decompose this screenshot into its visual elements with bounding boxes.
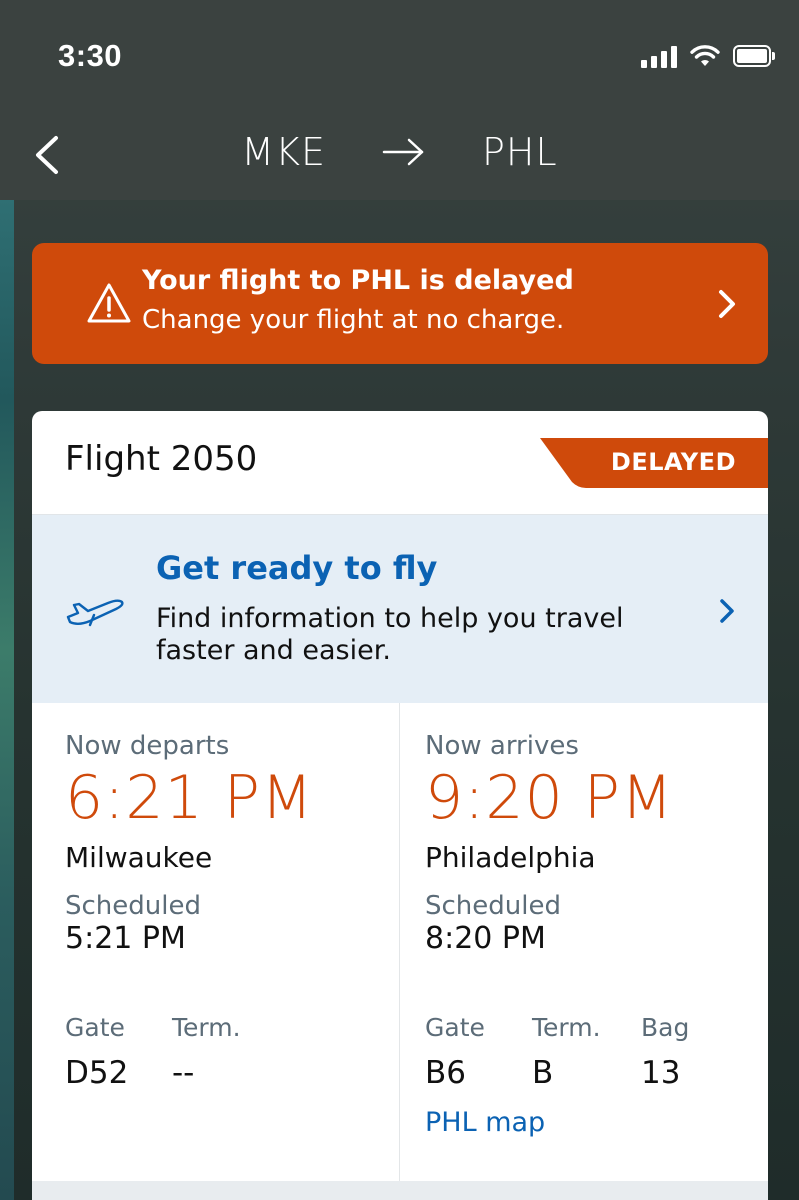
background-image xyxy=(0,200,14,1200)
airport-map-link[interactable]: PHL map xyxy=(425,1107,545,1138)
departure-term-label: Term. xyxy=(172,1013,241,1042)
arrival-scheduled-time: 8:20 PM xyxy=(425,921,546,956)
arrival-label: Now arrives xyxy=(425,731,579,761)
arrival-column: Now arrives 9:20 PM Philadelphia Schedul… xyxy=(425,703,768,1181)
ready-description: Find information to help you travel fast… xyxy=(156,603,624,666)
warning-icon xyxy=(87,283,131,323)
route-title: MKE PHL xyxy=(0,130,799,174)
flight-header: Flight 2050 DELAYED xyxy=(32,411,768,515)
status-time: 3:30 xyxy=(58,38,123,73)
delay-alert-banner[interactable]: Your flight to PHL is delayed Change you… xyxy=(32,243,768,364)
alert-title: Your flight to PHL is delayed xyxy=(142,265,574,296)
departure-scheduled-time: 5:21 PM xyxy=(65,921,186,956)
arrival-time: 9:20 PM xyxy=(425,763,674,833)
departure-city: Milwaukee xyxy=(65,841,213,874)
arrival-scheduled-label: Scheduled xyxy=(425,891,561,921)
flight-times: Now departs 6:21 PM Milwaukee Scheduled … xyxy=(32,703,768,1181)
status-icons xyxy=(641,44,775,68)
departure-time: 6:21 PM xyxy=(65,763,314,833)
cellular-signal-icon xyxy=(641,44,677,68)
arrival-bag: 13 xyxy=(641,1055,681,1091)
destination-code: PHL xyxy=(482,130,558,174)
status-bar: 3:30 xyxy=(0,0,799,110)
departure-term: -- xyxy=(172,1055,195,1091)
departure-scheduled-label: Scheduled xyxy=(65,891,201,921)
arrival-gate-label: Gate xyxy=(425,1013,485,1042)
arrival-gate: B6 xyxy=(425,1055,466,1091)
departure-label: Now departs xyxy=(65,731,230,761)
flight-card: Flight 2050 DELAYED Get ready to fly Fin… xyxy=(32,411,768,1200)
departure-column: Now departs 6:21 PM Milwaukee Scheduled … xyxy=(65,703,425,1181)
status-badge: DELAYED xyxy=(540,438,768,488)
departure-gate-label: Gate xyxy=(65,1013,125,1042)
origin-code: MKE xyxy=(241,130,327,174)
arrival-term: B xyxy=(532,1055,554,1091)
alert-subtitle: Change your flight at no charge. xyxy=(142,305,565,335)
card-footer-strip xyxy=(32,1181,768,1200)
arrival-term-label: Term. xyxy=(532,1013,601,1042)
battery-icon xyxy=(733,45,775,67)
airplane-takeoff-icon xyxy=(66,599,124,627)
nav-bar: MKE PHL xyxy=(0,110,799,200)
status-badge-label: DELAYED xyxy=(610,448,736,476)
departure-gate: D52 xyxy=(65,1055,129,1091)
ready-title: Get ready to fly xyxy=(156,549,438,587)
arrival-city: Philadelphia xyxy=(425,841,596,874)
arrival-bag-label: Bag xyxy=(641,1013,690,1042)
chevron-right-icon xyxy=(720,599,734,623)
arrow-right-icon xyxy=(382,138,424,166)
flight-number: Flight 2050 xyxy=(65,439,258,479)
get-ready-to-fly-row[interactable]: Get ready to fly Find information to hel… xyxy=(32,515,768,703)
wifi-icon xyxy=(690,45,720,66)
chevron-right-icon xyxy=(719,290,735,318)
